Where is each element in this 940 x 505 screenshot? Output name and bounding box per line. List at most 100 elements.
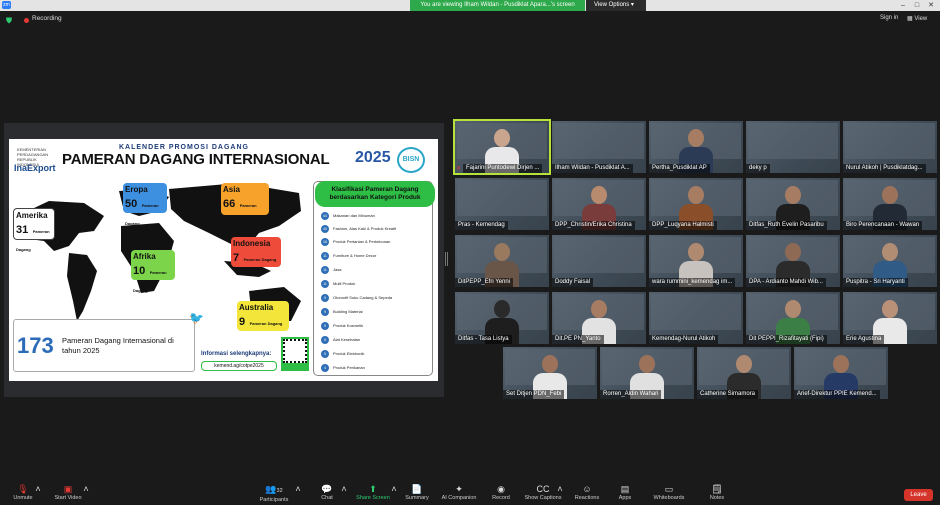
bird-mascot-icon: 🐦 xyxy=(189,311,204,325)
participant-tile[interactable]: Set Ditjen PDN_Febi xyxy=(503,347,597,399)
participant-name: wara rummini_kemendag im... xyxy=(649,278,736,287)
region-name: Indonesia xyxy=(233,239,271,248)
klasifikasi-count: 5 xyxy=(321,321,329,330)
klasifikasi-count: 9 xyxy=(321,293,329,302)
participant-tile[interactable]: Doddy Faisal xyxy=(552,235,646,287)
klasifikasi-label: Produk Kosmetik xyxy=(333,323,364,328)
qr-code-icon xyxy=(281,337,309,371)
region-label: Pameran Dagang xyxy=(249,321,283,326)
unmute-label: Unmute xyxy=(13,495,33,501)
region-asia: Asia 66 Pameran Dagang xyxy=(221,183,269,226)
participant-tile[interactable]: Kemendag-Nurul Atikoh xyxy=(649,292,743,344)
participant-tile[interactable]: DPP_Luqyana Halmisti xyxy=(649,178,743,230)
chat-label: Chat xyxy=(321,495,333,501)
region-name: Eropa xyxy=(125,185,148,194)
apps-button[interactable]: ▤ Apps xyxy=(613,484,637,501)
virtual-background xyxy=(748,123,838,159)
participant-name: Catherine Simamora xyxy=(697,390,759,399)
region-count: 50 xyxy=(125,198,138,210)
participant-name: Ditfas - Tasa Listya xyxy=(455,335,512,344)
start-video-button[interactable]: ▣ Start Video xyxy=(50,484,86,501)
participants-options-chevron[interactable]: ˄ xyxy=(294,484,302,495)
minimize-button[interactable]: – xyxy=(896,0,910,11)
virtual-background xyxy=(554,237,644,273)
view-options-label: View Options xyxy=(594,2,630,8)
participant-name: Dit PEPPI_Rizafitayati (Fipi) xyxy=(746,335,827,344)
audio-options-chevron[interactable]: ˄ xyxy=(34,484,42,495)
maximize-button[interactable]: □ xyxy=(910,0,924,11)
participant-tile[interactable]: Ditfas_Ruth Evelin Pasaribu xyxy=(746,178,840,230)
participant-tile[interactable]: Erie Agustina xyxy=(843,292,937,344)
participant-tile[interactable]: Catherine Simamora xyxy=(697,347,791,399)
participant-tile[interactable]: Arief-Direktur PPIE Kemend... xyxy=(794,347,888,399)
reactions-label: Reactions xyxy=(574,495,600,501)
klasifikasi-title: Klasifikasi Pameran Dagang berdasarkan K… xyxy=(315,181,435,207)
share-screen-icon: ⬆ xyxy=(369,484,377,494)
participant-tile[interactable]: DPA - Ardianto Mahdi Wib... xyxy=(746,235,840,287)
region-count: 7 xyxy=(233,252,240,264)
leave-button[interactable]: Leave xyxy=(904,489,933,501)
record-label: Record xyxy=(492,495,510,501)
participant-tile[interactable]: wara rummini_kemendag im... xyxy=(649,235,743,287)
klasifikasi-label: Produk Elektronik xyxy=(333,351,365,356)
klasifikasi-count: 5 xyxy=(321,349,329,358)
person-head xyxy=(833,355,849,373)
encryption-shield-icon[interactable]: ⛊ xyxy=(6,16,14,25)
participant-tile[interactable]: ✕ Fajarini Puntodewi Dirjen ... xyxy=(453,119,551,175)
chat-options-chevron[interactable]: ˄ xyxy=(340,484,348,495)
klasifikasi-label: Produk Pertanian & Perkebunan xyxy=(333,239,391,244)
participant-tile[interactable]: Pras - Kemendag xyxy=(455,178,549,230)
zoom-app-icon: zm xyxy=(2,1,11,9)
participant-tile[interactable]: deky p xyxy=(746,121,840,173)
participant-tile[interactable]: Ilham Wildan - Pusdiklat A... xyxy=(552,121,646,173)
recording-dot-icon xyxy=(24,18,29,23)
view-options-button[interactable]: View Options ▾ xyxy=(586,0,646,11)
participant-name: Rorren_Aldin Wahari xyxy=(600,390,662,399)
summary-button[interactable]: 📄 Summary xyxy=(402,484,432,501)
share-options-chevron[interactable]: ˄ xyxy=(390,484,398,495)
person-head xyxy=(494,243,510,261)
reactions-button[interactable]: ☺ Reactions xyxy=(572,484,602,501)
participant-tile[interactable]: Rorren_Aldin Wahari xyxy=(600,347,694,399)
klasifikasi-item: 44 Makanan dan Minuman xyxy=(321,211,375,220)
captions-options-chevron[interactable]: ˄ xyxy=(556,484,564,495)
share-screen-button[interactable]: ⬆ Share Screen xyxy=(355,484,391,501)
whiteboards-button[interactable]: ▭ Whiteboards xyxy=(650,484,688,501)
notes-button[interactable]: 🗒 Notes xyxy=(705,484,729,501)
participants-button[interactable]: 👥32 Participants xyxy=(255,484,293,503)
participant-tile[interactable]: Nurul Atikoh | Pusdiklatdag... xyxy=(843,121,937,173)
video-options-chevron[interactable]: ˄ xyxy=(82,484,90,495)
meeting-top-bar xyxy=(0,11,940,31)
participant-name: Erie Agustina xyxy=(843,335,885,344)
participant-tile[interactable]: Ditfas - Tasa Listya xyxy=(455,292,549,344)
participant-tile[interactable]: Pertha_Pusdiklat AP xyxy=(649,121,743,173)
klasifikasi-item: 9 Building Material xyxy=(321,307,363,316)
chat-button[interactable]: 💬 Chat xyxy=(315,484,339,501)
close-button[interactable]: ✕ xyxy=(924,0,938,11)
recording-label[interactable]: Recording xyxy=(32,15,62,22)
shared-slide: KEMENTERIAN PERDAGANGAN REPUBLIK INDONES… xyxy=(9,139,438,381)
participant-tile[interactable]: Dit PEPPI_Rizafitayati (Fipi) xyxy=(746,292,840,344)
sign-in-button[interactable]: Sign in xyxy=(880,15,898,21)
panel-resize-handle[interactable] xyxy=(445,252,448,266)
ai-companion-button[interactable]: ✦ AI Companion xyxy=(438,484,480,501)
view-button[interactable]: ▦ View xyxy=(907,15,927,22)
participant-tile[interactable]: DPP_Christin/Erika Christina xyxy=(552,178,646,230)
virtual-background xyxy=(651,294,741,330)
ai-companion-label: AI Companion xyxy=(441,495,477,501)
person-head xyxy=(882,300,898,318)
slide-year: 2025 xyxy=(355,149,391,166)
participant-tile[interactable]: Biro Perencanaan - Wawan xyxy=(843,178,937,230)
participant-name: Set Ditjen PDN_Febi xyxy=(503,390,565,399)
participants-icon: 👥32 xyxy=(265,484,283,494)
person-head xyxy=(882,186,898,204)
region-amerika: Amerika 31 Pameran Dagang xyxy=(13,208,55,252)
klasifikasi-item: 11 Furniture & Home Decor xyxy=(321,251,376,260)
participant-tile[interactable]: DitPEPP_Efri Yenni xyxy=(455,235,549,287)
record-button[interactable]: ◉ Record xyxy=(488,484,514,501)
participant-tile[interactable]: Dit.PE PN_Yanto xyxy=(552,292,646,344)
participant-tile[interactable]: Puspitra - Sri Haryanti xyxy=(843,235,937,287)
info-label: Informasi selengkapnya: xyxy=(201,351,272,357)
share-screen-label: Share Screen xyxy=(356,495,390,501)
apps-label: Apps xyxy=(618,495,632,501)
